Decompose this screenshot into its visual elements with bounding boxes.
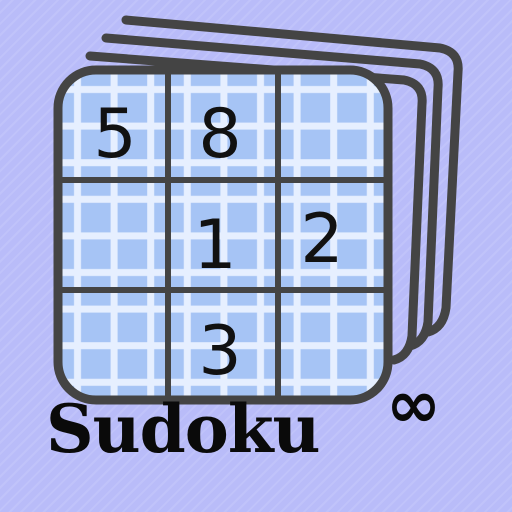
digit-r0c0: 5 — [93, 95, 136, 174]
digit-r1c1: 1 — [193, 206, 236, 285]
digit-r2c1: 3 — [198, 312, 241, 391]
digit-r0c1: 8 — [198, 95, 241, 174]
app-title: Sudoku — [46, 390, 321, 468]
digit-r1c2: 2 — [300, 200, 343, 279]
infinity-icon: ∞ — [386, 366, 441, 443]
